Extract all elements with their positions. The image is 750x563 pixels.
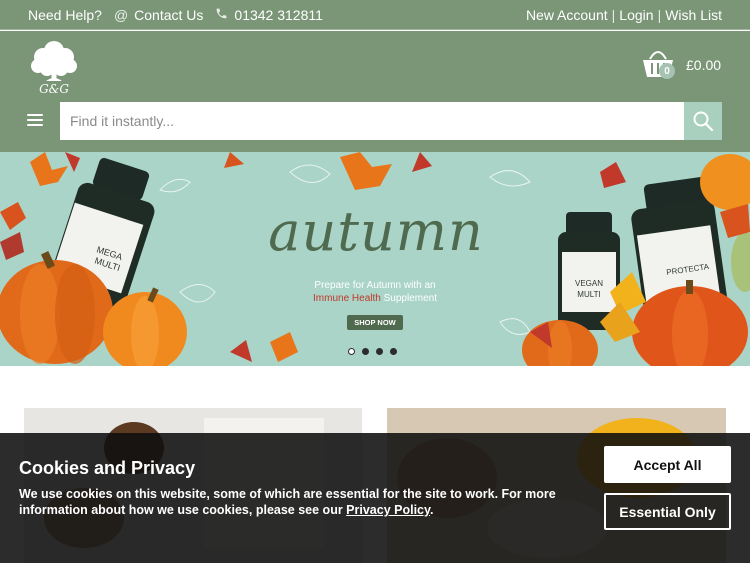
accept-all-button[interactable]: Accept All <box>604 446 731 483</box>
hero-subtitle: Prepare for Autumn with an Immune Health… <box>290 279 460 305</box>
search-input[interactable] <box>60 102 684 140</box>
shop-now-button[interactable]: SHOP NOW <box>347 315 403 330</box>
cookie-text: We use cookies on this website, some of … <box>19 486 579 518</box>
cookie-title: Cookies and Privacy <box>19 458 196 478</box>
logo-text: G&G <box>39 82 69 95</box>
separator: | <box>657 7 662 23</box>
hamburger-icon[interactable] <box>27 114 43 128</box>
tree-logo-icon[interactable]: G&G <box>28 37 80 96</box>
hero-subtitle-end: Supplement <box>383 293 437 304</box>
carousel-dot[interactable] <box>348 348 355 355</box>
menu-line <box>27 119 43 121</box>
privacy-policy-link[interactable]: Privacy Policy <box>346 503 430 517</box>
top-utility-bar: Need Help? @ Contact Us 01342 312811 New… <box>0 0 750 30</box>
help-contact-group: Need Help? @ Contact Us 01342 312811 <box>28 0 323 30</box>
search-button[interactable] <box>684 102 722 140</box>
carousel-dots <box>348 348 397 355</box>
essential-only-button[interactable]: Essential Only <box>604 493 731 530</box>
contact-us-link[interactable]: Contact Us <box>134 7 203 23</box>
carousel-dot[interactable] <box>376 348 383 355</box>
separator: | <box>611 7 616 23</box>
wish-list-link[interactable]: Wish List <box>665 7 722 23</box>
phone-number[interactable]: 01342 312811 <box>234 7 323 23</box>
phone-icon-svg <box>217 8 227 19</box>
hero-title: autumn <box>268 200 484 263</box>
cart-total[interactable]: £0.00 <box>686 57 721 73</box>
product-label: MULTI <box>577 290 600 299</box>
login-link[interactable]: Login <box>619 7 653 23</box>
product-label: VEGAN <box>575 279 603 288</box>
phone-icon <box>215 7 228 23</box>
account-links: New Account | Login | Wish List <box>526 0 722 30</box>
logo-svg: G&G <box>31 41 77 96</box>
menu-line <box>27 114 43 116</box>
hero-subtitle-line: Prepare for Autumn with an <box>314 280 436 291</box>
site-header: G&G 0 £0.00 <box>0 31 750 152</box>
new-account-link[interactable]: New Account <box>526 7 608 23</box>
hero-subtitle-highlight: Immune Health <box>313 293 381 304</box>
at-icon: @ <box>113 7 129 23</box>
need-help-label: Need Help? <box>28 7 102 23</box>
basket-count-badge: 0 <box>659 63 675 79</box>
cookie-message: We use cookies on this website, some of … <box>19 487 556 517</box>
carousel-dot[interactable] <box>362 348 369 355</box>
carousel-dot[interactable] <box>390 348 397 355</box>
search-icon <box>693 111 713 131</box>
cookie-message-end: . <box>430 503 434 517</box>
cookie-banner: Cookies and Privacy We use cookies on th… <box>0 433 750 563</box>
menu-line <box>27 124 43 126</box>
hero-banner[interactable]: MEGA MULTI VEGAN MULTI PROTECTA autumn P… <box>0 152 750 366</box>
